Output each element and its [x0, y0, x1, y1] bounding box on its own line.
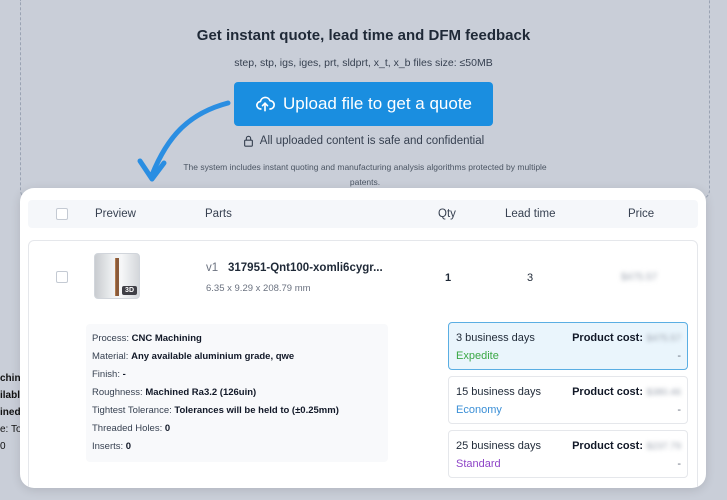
part-price: $475.57 [621, 272, 658, 283]
option-cost-label: Product cost: [572, 332, 643, 344]
upload-button-label: Upload file to get a quote [282, 94, 473, 113]
option-extra: - [677, 350, 681, 362]
part-version: v1 [206, 262, 219, 274]
option-extra: - [677, 404, 681, 416]
select-all-checkbox[interactable] [56, 208, 68, 220]
detail-tolerance: Tightest Tolerance: Tolerances will be h… [92, 405, 339, 416]
detail-inserts: Inserts: 0 [92, 441, 132, 452]
lock-icon [243, 135, 253, 147]
part-shape [115, 258, 119, 296]
option-cost-label: Product cost: [572, 440, 643, 452]
part-dimensions: 6.35 x 9.29 x 208.79 mm [206, 283, 311, 294]
option-tier: Economy [456, 404, 502, 416]
supported-formats: step, stp, igs, iges, prt, sldprt, x_t, … [234, 57, 493, 69]
shipping-option-expedite[interactable]: 3 business days Expedite Product cost: $… [448, 322, 688, 370]
part-qty[interactable]: 1 [445, 272, 451, 284]
shipping-option-standard[interactable]: 25 business days Standard Product cost: … [448, 430, 688, 478]
strip-line: e: Tol [0, 424, 22, 435]
option-cost: $380.46 [646, 387, 681, 398]
column-preview: Preview [95, 208, 136, 220]
strip-line: 0 [0, 441, 6, 452]
option-days: 15 business days [456, 386, 541, 398]
quote-card: Preview Parts Qty Lead time Price 3D v1 … [20, 188, 706, 488]
option-cost-label: Product cost: [572, 386, 643, 398]
column-qty: Qty [438, 208, 456, 220]
option-days: 25 business days [456, 440, 541, 452]
upload-file-button[interactable]: Upload file to get a quote [234, 82, 493, 126]
3d-badge: 3D [122, 286, 137, 295]
detail-finish: Finish: - [92, 369, 126, 380]
strip-line: chini [0, 373, 22, 384]
cloud-upload-icon [256, 96, 275, 112]
option-tier: Standard [456, 458, 501, 470]
page-headline: Get instant quote, lead time and DFM fee… [196, 27, 531, 44]
safe-note: All uploaded content is safe and confide… [0, 135, 727, 147]
column-lead-time: Lead time [505, 208, 556, 220]
part-name[interactable]: 317951-Qnt100-xomli6cygr... [228, 262, 383, 274]
option-tier: Expedite [456, 350, 499, 362]
curved-arrow-icon [137, 100, 231, 182]
background-partial-text: chini ilable ined e: Tol 0 [0, 370, 22, 455]
option-cost: $237.79 [646, 441, 681, 452]
column-price: Price [628, 208, 655, 220]
detail-threaded-holes: Threaded Holes: 0 [92, 423, 171, 434]
strip-line: ilable [0, 390, 22, 401]
option-days: 3 business days [456, 332, 535, 344]
detail-material: Material: Any available aluminium grade,… [92, 351, 295, 362]
table-header: Preview Parts Qty Lead time Price [28, 200, 698, 228]
part-details: Process: CNC Machining Material: Any ava… [86, 324, 388, 462]
detail-process: Process: CNC Machining [92, 333, 202, 344]
part-preview-thumbnail[interactable]: 3D [94, 253, 140, 299]
column-parts: Parts [205, 208, 232, 220]
safe-note-text: All uploaded content is safe and confide… [259, 135, 485, 147]
option-cost: $475.57 [646, 333, 681, 344]
part-lead-time: 3 [527, 272, 534, 284]
detail-roughness: Roughness: Machined Ra3.2 (126uin) [92, 387, 257, 398]
strip-line: ined [0, 407, 21, 418]
row-checkbox[interactable] [56, 271, 68, 283]
shipping-option-economy[interactable]: 15 business days Economy Product cost: $… [448, 376, 688, 424]
option-extra: - [677, 458, 681, 470]
